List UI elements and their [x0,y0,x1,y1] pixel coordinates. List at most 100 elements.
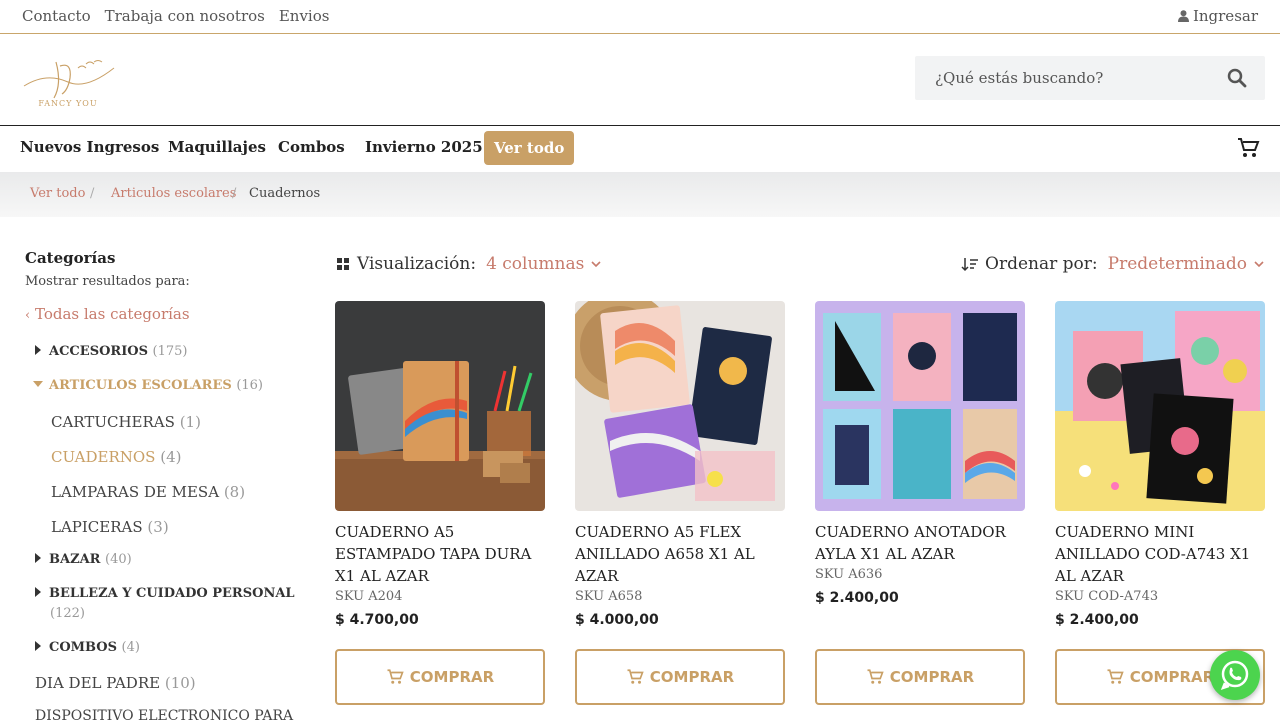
category-count: (3) [147,518,169,536]
product-name[interactable]: CUADERNO MINI ANILLADO COD-A743 X1 AL AZ… [1055,521,1265,587]
category-bazar[interactable]: BAZAR (40) [35,552,132,567]
category-lapiceras[interactable]: LAPICERAS (3) [51,518,169,536]
category-label: DISPOSITIVO ELECTRONICO PARA [35,708,294,720]
category-count: (40) [105,552,132,567]
listing-toolbar: Visualización: 4 columnas Ordenar por: P… [335,252,1265,278]
category-combos[interactable]: COMBOS (4) [35,640,140,655]
product-price: $ 2.400,00 [815,590,899,606]
category-label: LAPICERAS [51,518,143,536]
product-card[interactable]: CUADERNO ANOTADOR AYLA X1 AL AZAR SKU A6… [815,301,1025,606]
nav-see-all-button[interactable]: Ver todo [484,131,575,165]
nav-winter-2025[interactable]: Invierno 2025 [365,138,483,156]
category-count: (122) [50,606,85,621]
cart-icon [1107,669,1124,684]
header: FANCY YOU [0,34,1280,126]
sort-selector[interactable]: Ordenar por: Predeterminado [961,254,1265,274]
category-dispositivo[interactable]: DISPOSITIVO ELECTRONICO PARA [35,708,293,720]
product-sku: SKU A658 [575,589,643,604]
product-card[interactable]: CUADERNO A5 ESTAMPADO TAPA DURA X1 AL AZ… [335,301,545,628]
product-name[interactable]: CUADERNO ANOTADOR AYLA X1 AL AZAR [815,521,1025,565]
logo-text: FANCY YOU [38,99,97,108]
whatsapp-icon [1220,660,1249,691]
product-image[interactable] [1055,301,1265,511]
main-nav: Nuevos Ingresos Maquillajes Combos Invie… [0,126,1280,172]
product-image[interactable] [815,301,1025,511]
breadcrumb: Ver todo / Articulos escolares / Cuadern… [0,172,1280,217]
product-card[interactable]: CUADERNO A5 FLEX ANILLADO A658 X1 AL AZA… [575,301,785,628]
category-dia-del-padre[interactable]: DIA DEL PADRE (10) [35,674,196,692]
product-price: $ 4.000,00 [575,612,659,628]
breadcrumb-notebooks: Cuadernos [249,186,321,201]
grid-icon [337,258,349,270]
login-label: Ingresar [1192,7,1258,25]
cart-icon [867,669,884,684]
nav-new-arrivals[interactable]: Nuevos Ingresos [20,138,159,156]
category-label: BAZAR [49,552,101,567]
shipping-link[interactable]: Envios [279,7,330,25]
product-image[interactable] [335,301,545,511]
category-count: (175) [152,344,188,359]
sort-label: Ordenar por: [985,254,1098,274]
buy-label: COMPRAR [889,668,975,686]
buy-button[interactable]: COMPRAR [815,649,1025,705]
search-icon[interactable] [1227,68,1247,88]
nav-combos[interactable]: Combos [278,138,345,156]
category-count: (4) [160,448,182,466]
chevron-left-icon: ‹ [25,308,31,323]
buy-label: COMPRAR [649,668,735,686]
search-box [915,56,1265,100]
caret-down-icon [33,381,43,387]
work-with-us-link[interactable]: Trabaja con nosotros [105,7,265,25]
login-link[interactable]: Ingresar [1177,7,1258,25]
buy-label: COMPRAR [409,668,495,686]
sort-value: Predeterminado [1107,254,1247,274]
category-count: (8) [223,483,246,501]
product-name[interactable]: CUADERNO A5 FLEX ANILLADO A658 X1 AL AZA… [575,521,785,587]
product-image[interactable] [575,301,785,511]
product-name[interactable]: CUADERNO A5 ESTAMPADO TAPA DURA X1 AL AZ… [335,521,545,587]
product-price: $ 2.400,00 [1055,612,1139,628]
buy-button[interactable]: COMPRAR [335,649,545,705]
category-label: CUADERNOS [51,448,156,466]
category-label: BELLEZA Y CUIDADO PERSONAL [49,586,295,601]
caret-right-icon [35,641,41,651]
cart-icon [387,669,404,684]
all-categories-link[interactable]: ‹ Todas las categorías [25,305,190,323]
category-cartucheras[interactable]: CARTUCHERAS (1) [51,413,201,431]
product-sku: SKU COD-A743 [1055,589,1159,604]
brand-logo[interactable]: FANCY YOU [16,54,120,110]
category-cuadernos[interactable]: CUADERNOS (4) [51,448,182,466]
product-sku: SKU A636 [815,567,883,582]
contact-link[interactable]: Contacto [22,7,91,25]
whatsapp-button[interactable] [1210,650,1260,700]
category-label: DIA DEL PADRE [35,674,161,692]
category-lamparas[interactable]: LAMPARAS DE MESA (8) [51,483,245,501]
sidebar-subtitle: Mostrar resultados para: [25,274,190,289]
caret-right-icon [35,553,41,563]
category-accesorios[interactable]: ACCESORIOS (175) [35,344,188,359]
search-input[interactable] [915,56,1215,100]
caret-right-icon [35,587,41,597]
view-label: Visualización: [357,254,477,274]
category-articulos-escolares[interactable]: ARTICULOS ESCOLARES (16) [33,378,263,393]
breadcrumb-see-all[interactable]: Ver todo [30,186,85,201]
view-value: 4 columnas [486,254,585,274]
breadcrumb-separator: / [90,186,95,201]
chevron-down-icon [1254,261,1264,268]
product-sku: SKU A204 [335,589,403,604]
category-belleza[interactable]: BELLEZA Y CUIDADO PERSONAL [35,586,295,601]
sidebar-title: Categorías [25,249,116,267]
all-categories-label: Todas las categorías [34,305,190,323]
product-card[interactable]: CUADERNO MINI ANILLADO COD-A743 X1 AL AZ… [1055,301,1265,628]
view-selector[interactable]: Visualización: 4 columnas [335,254,602,274]
breadcrumb-school-supplies[interactable]: Articulos escolares [111,186,236,201]
category-count: (1) [179,413,201,431]
cart-icon[interactable] [1236,136,1260,160]
buy-button[interactable]: COMPRAR [575,649,785,705]
category-label: CARTUCHERAS [51,413,175,431]
buy-label: COMPRAR [1129,668,1215,686]
nav-makeup[interactable]: Maquillajes [168,138,266,156]
category-belleza-count: (122) [50,606,85,621]
user-icon [1177,10,1189,22]
category-label: LAMPARAS DE MESA [51,483,220,501]
